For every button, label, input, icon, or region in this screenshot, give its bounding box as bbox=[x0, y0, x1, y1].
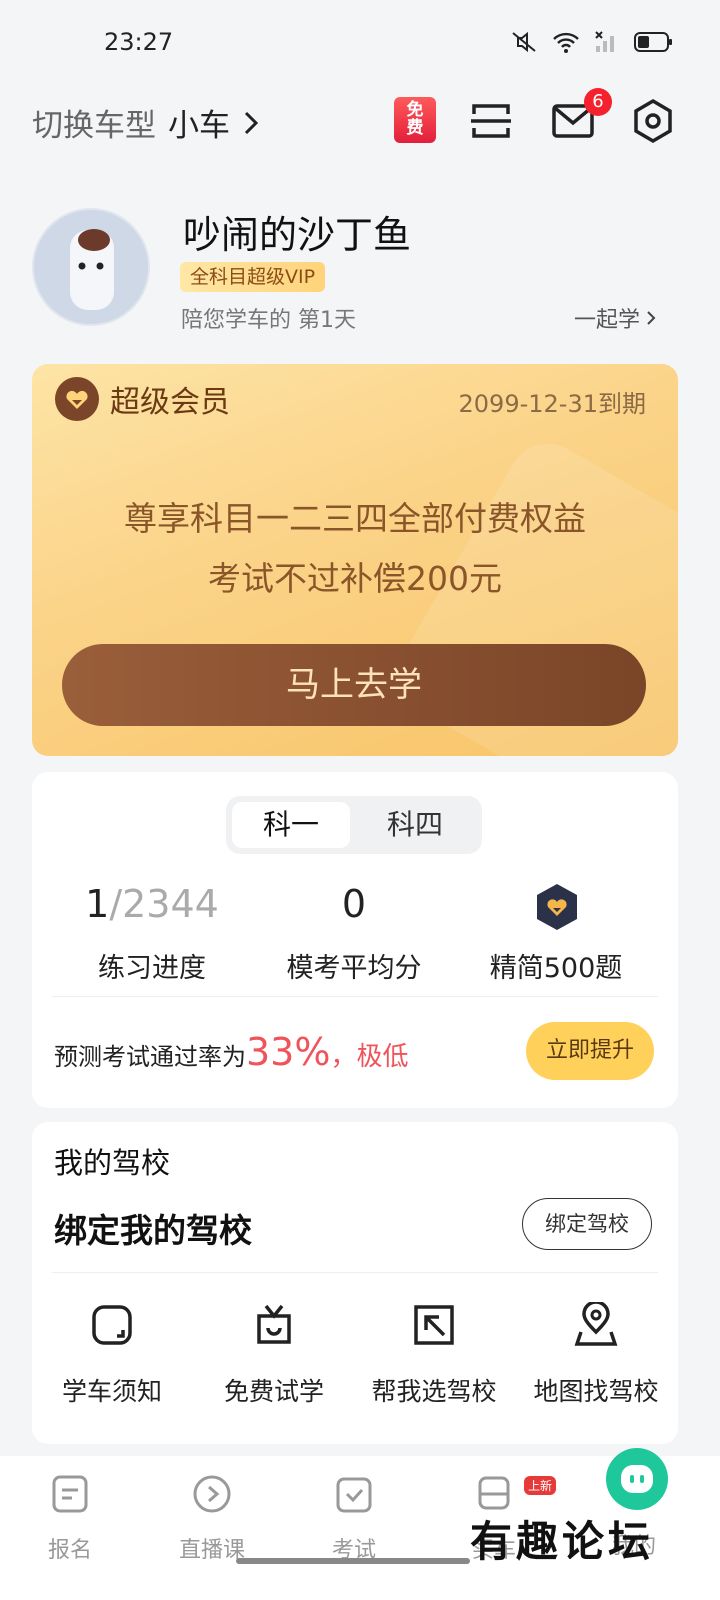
divider bbox=[52, 996, 658, 997]
vip-card-header: 超级会员 bbox=[54, 376, 230, 422]
essence-shield-icon[interactable] bbox=[534, 882, 580, 932]
practice-progress-label: 练习进度 bbox=[98, 953, 206, 984]
chevron-right-icon bbox=[244, 111, 259, 134]
forum-watermark: 有趣论坛 bbox=[470, 1517, 655, 1566]
tab-subject-four[interactable]: 科四 bbox=[354, 802, 476, 848]
mail-count-badge: 6 bbox=[584, 88, 612, 116]
username: 吵闹的沙丁鱼 bbox=[183, 213, 412, 257]
subject-tabs: 科一 科四 bbox=[226, 796, 482, 854]
essence-500-label[interactable]: 精简500题 bbox=[456, 946, 656, 985]
notice-icon bbox=[92, 1305, 132, 1345]
bind-school-title: 绑定我的驾校 bbox=[54, 1211, 252, 1250]
new-tag-badge: 上新 bbox=[524, 1476, 557, 1495]
free-badge-label: 免费 bbox=[406, 100, 424, 138]
car-type-switch[interactable]: 切换车型 小车 bbox=[32, 100, 260, 145]
switch-car-label: 切换车型 bbox=[32, 108, 156, 144]
vip-benefit-line1: 尊享科目一二三四全部付费权益 bbox=[124, 499, 586, 538]
status-time: 23:27 bbox=[104, 28, 174, 56]
vip-expire: 2099-12-31到期 bbox=[458, 390, 646, 418]
exam-check-icon bbox=[336, 1477, 372, 1513]
battery-icon bbox=[634, 32, 672, 52]
vip-card: 超级会员 2099-12-31到期 尊享科目一二三四全部付费权益 考试不过补偿2… bbox=[32, 364, 678, 756]
feature-free-trial[interactable]: 免费试学 bbox=[194, 1302, 354, 1408]
avatar[interactable] bbox=[32, 208, 150, 326]
practice-total: /2344 bbox=[109, 882, 219, 926]
progress-card: 科一 科四 1/2344 练习进度 0 模考平均分 精简500题 预测考试通过率… bbox=[32, 772, 678, 1108]
nav-live[interactable]: 直播课 bbox=[142, 1474, 282, 1564]
go-study-button[interactable]: 马上去学 bbox=[62, 644, 646, 726]
study-days: 陪您学车的 第1天 bbox=[181, 308, 356, 333]
avatar-mascot-icon bbox=[70, 229, 114, 310]
chevron-right-icon bbox=[647, 311, 656, 325]
feature-driving-notes[interactable]: 学车须知 bbox=[32, 1302, 192, 1408]
feature-label: 帮我选驾校 bbox=[371, 1377, 497, 1406]
feature-map-school[interactable]: 地图找驾校 bbox=[516, 1300, 676, 1408]
my-school-heading: 我的驾校 bbox=[54, 1146, 171, 1180]
chat-bot-icon bbox=[621, 1465, 653, 1493]
practice-progress-value[interactable]: 1/2344 bbox=[52, 882, 252, 926]
predict-percentage: 33% bbox=[246, 1030, 331, 1074]
mute-icon bbox=[512, 31, 536, 53]
vip-title: 超级会员 bbox=[110, 385, 230, 420]
pass-rate-prediction: 预测考试通过率为 33% ，极低 bbox=[54, 1030, 408, 1074]
signal-icon bbox=[595, 31, 614, 52]
home-indicator[interactable] bbox=[236, 1558, 470, 1564]
status-icons bbox=[510, 30, 674, 54]
predict-prefix: 预测考试通过率为 bbox=[54, 1043, 246, 1071]
feature-label: 学车须知 bbox=[61, 1377, 162, 1406]
feature-label: 免费试学 bbox=[223, 1377, 324, 1406]
predict-level: ，极低 bbox=[330, 1042, 409, 1072]
car-type-value: 小车 bbox=[168, 108, 230, 144]
mock-average-value[interactable]: 0 bbox=[254, 882, 454, 926]
nav-signup[interactable]: 报名 bbox=[0, 1474, 140, 1564]
scan-icon[interactable] bbox=[468, 98, 514, 144]
practice-done: 1 bbox=[85, 882, 110, 926]
signup-icon bbox=[52, 1475, 88, 1513]
study-together-label: 一起学 bbox=[573, 308, 640, 333]
feature-pick-school[interactable]: 帮我选驾校 bbox=[354, 1302, 514, 1408]
free-badge-button[interactable]: 免费 bbox=[394, 97, 436, 143]
nav-label: 报名 bbox=[47, 1538, 92, 1563]
bind-school-button[interactable]: 绑定驾校 bbox=[522, 1198, 652, 1250]
map-pin-icon bbox=[574, 1300, 618, 1346]
study-together-link[interactable]: 一起学 bbox=[574, 302, 656, 334]
vip-tag: 全科目超级VIP bbox=[180, 262, 326, 292]
gift-icon bbox=[257, 1304, 291, 1344]
assistant-fab-button[interactable] bbox=[606, 1448, 668, 1510]
vip-benefit-line2: 考试不过补偿200元 bbox=[208, 559, 502, 598]
divider bbox=[52, 1272, 658, 1273]
improve-now-button[interactable]: 立即提升 bbox=[526, 1022, 654, 1080]
tab-subject-one[interactable]: 科一 bbox=[232, 802, 350, 848]
play-icon bbox=[193, 1475, 231, 1513]
nav-exam[interactable]: 考试 bbox=[284, 1474, 424, 1564]
driving-school-card: 我的驾校 绑定我的驾校 绑定驾校 学车须知 免费试学 帮我选驾校 地图找驾校 bbox=[32, 1122, 678, 1444]
feature-label: 地图找驾校 bbox=[533, 1377, 659, 1406]
wifi-icon bbox=[553, 32, 579, 53]
vip-heart-icon bbox=[55, 377, 99, 421]
arrow-pick-icon bbox=[414, 1305, 454, 1345]
mock-average-label: 模考平均分 bbox=[286, 953, 422, 984]
settings-icon[interactable] bbox=[630, 98, 676, 144]
